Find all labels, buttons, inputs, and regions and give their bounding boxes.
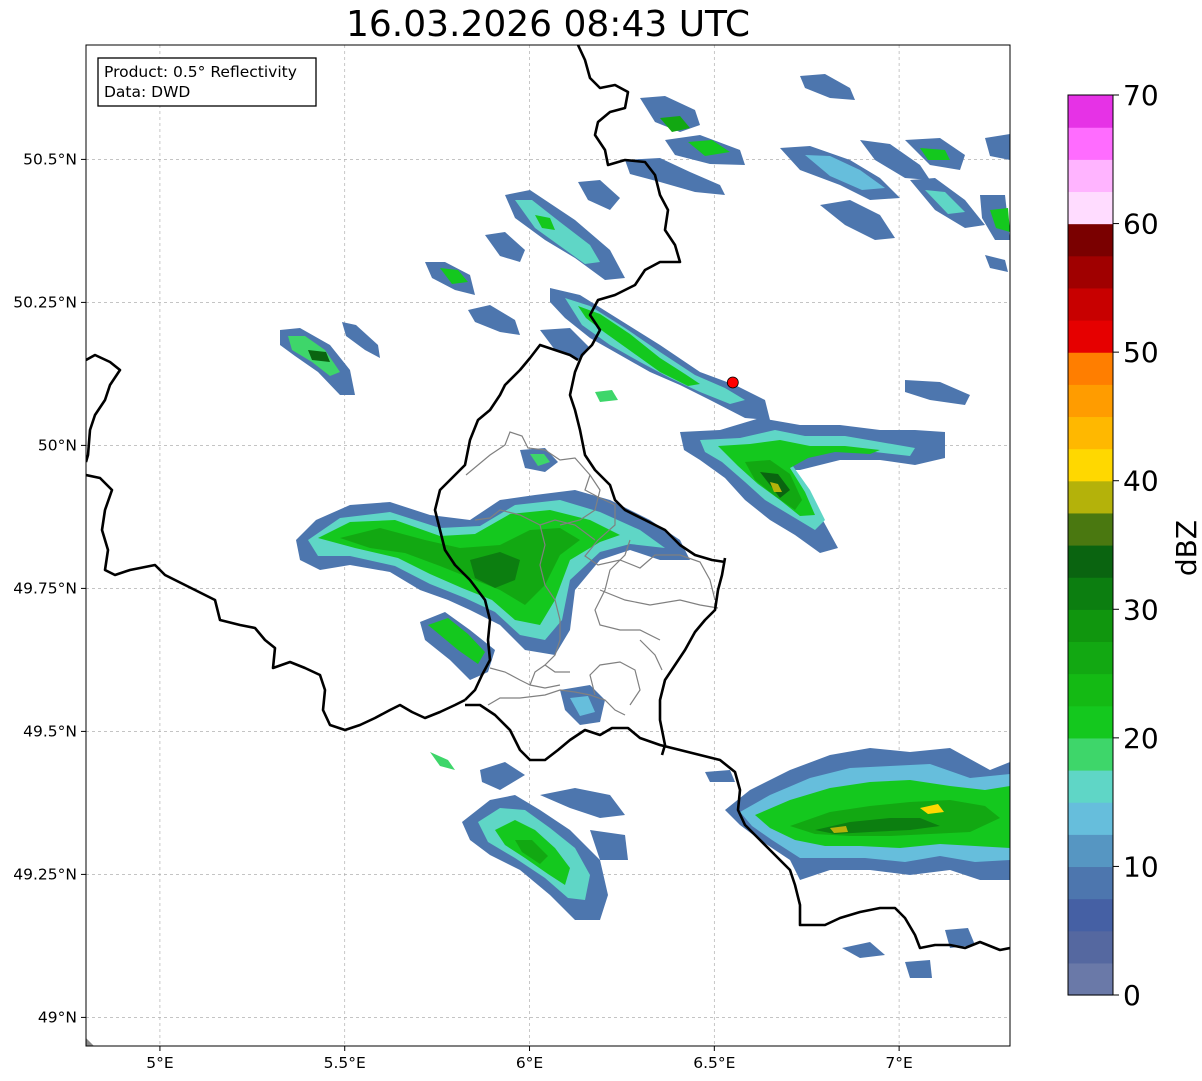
info-box: Product: 0.5° Reflectivity Data: DWD [97, 57, 317, 107]
y-tick-label: 49.75°N [13, 579, 77, 597]
info-product: Product: 0.5° Reflectivity [104, 63, 297, 81]
y-tick-label: 50.5°N [23, 150, 77, 168]
radar-site-marker[interactable] [726, 376, 739, 389]
x-tick-label: 5°E [146, 1054, 173, 1072]
y-tick-label: 50°N [38, 436, 77, 454]
x-tick-label: 6.5°E [693, 1054, 735, 1072]
x-tick-label: 7°E [885, 1054, 912, 1072]
y-tick-label: 49.5°N [23, 722, 77, 740]
x-tick-label: 5.5°E [324, 1054, 366, 1072]
y-tick-label: 49°N [38, 1008, 77, 1026]
y-tick-label: 49.25°N [13, 865, 77, 883]
radar-map[interactable]: Product: 0.5° Reflectivity Data: DWD 5°E… [0, 0, 1202, 1081]
info-data: Data: DWD [104, 83, 190, 101]
x-tick-label: 6°E [516, 1054, 543, 1072]
y-tick-label: 50.25°N [13, 293, 77, 311]
